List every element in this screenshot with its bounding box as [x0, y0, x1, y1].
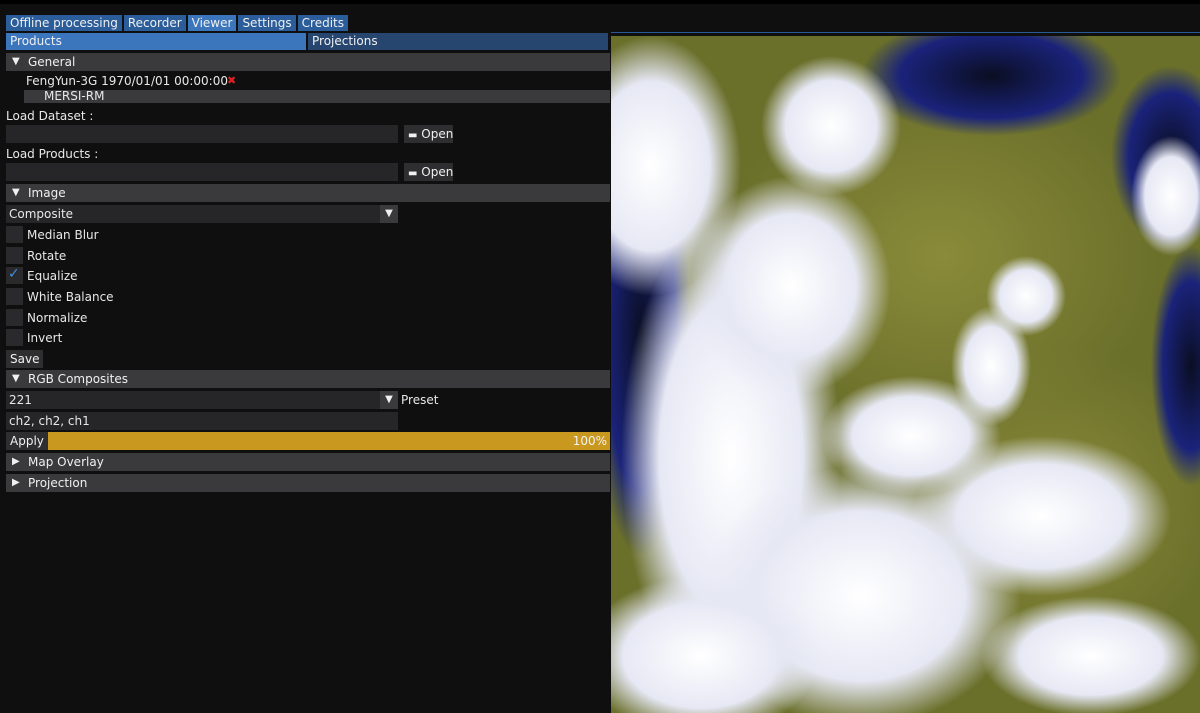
map-overlay-header-label: Map Overlay	[28, 455, 104, 469]
projection-header[interactable]: ▶ Projection	[6, 474, 610, 492]
checkmark-icon: ✓	[8, 266, 20, 282]
image-header-label: Image	[28, 186, 66, 200]
load-dataset-input[interactable]	[6, 125, 398, 143]
white-balance-label: White Balance	[27, 290, 114, 304]
progress-bar: 100%	[48, 432, 610, 450]
white-balance-checkbox[interactable]	[6, 288, 23, 305]
map-overlay-header[interactable]: ▶ Map Overlay	[6, 453, 610, 471]
apply-button[interactable]: Apply	[6, 432, 48, 450]
tab-recorder[interactable]: Recorder	[123, 15, 186, 32]
load-dataset-label: Load Dataset :	[6, 109, 94, 123]
progress-text: 100%	[572, 434, 607, 448]
chevron-down-icon: ▼	[12, 56, 20, 67]
rgb-expression-input[interactable]: ch2, ch2, ch1	[6, 412, 398, 430]
instrument-name: MERSI-RM	[44, 89, 105, 103]
median-blur-checkbox[interactable]	[6, 226, 23, 243]
save-button[interactable]: Save	[6, 350, 44, 368]
instrument-row[interactable]	[24, 90, 610, 103]
invert-label: Invert	[27, 331, 63, 345]
satellite-image-viewer[interactable]	[611, 36, 1200, 713]
chevron-right-icon: ▶	[12, 477, 20, 488]
folder-icon: ▬	[408, 130, 418, 141]
rotate-label: Rotate	[27, 249, 67, 263]
chevron-down-icon: ▼	[12, 373, 20, 384]
tab-settings[interactable]: Settings	[238, 15, 296, 32]
equalize-label: Equalize	[27, 269, 78, 283]
dropdown-arrow-icon[interactable]: ▼	[380, 391, 398, 409]
tab-products[interactable]: Products	[6, 33, 306, 50]
projection-header-label: Projection	[28, 476, 88, 490]
tab-projections[interactable]: Projections	[308, 33, 608, 50]
progress-fill	[48, 432, 610, 450]
normalize-label: Normalize	[27, 311, 88, 325]
dropdown-arrow-icon[interactable]: ▼	[380, 205, 398, 223]
rgb-composites-header[interactable]: ▼ RGB Composites	[6, 370, 610, 388]
open-dataset-label: Open	[421, 127, 454, 141]
load-products-input[interactable]	[6, 163, 398, 181]
delete-product-icon[interactable]: ✖	[227, 74, 236, 87]
rgb-composites-header-label: RGB Composites	[28, 372, 128, 386]
preset-label: Preset	[401, 393, 439, 407]
image-mode-select[interactable]: Composite	[6, 205, 380, 223]
tab-viewer[interactable]: Viewer	[187, 15, 237, 32]
products-panel: Products Projections ▼ General FengYun-3…	[0, 31, 611, 713]
invert-checkbox[interactable]	[6, 329, 23, 346]
product-name[interactable]: FengYun-3G 1970/01/01 00:00:00	[26, 74, 228, 88]
load-products-label: Load Products :	[6, 147, 99, 161]
median-blur-label: Median Blur	[27, 228, 99, 242]
folder-icon: ▬	[408, 168, 418, 179]
rotate-checkbox[interactable]	[6, 247, 23, 264]
open-dataset-button[interactable]: ▬ Open	[404, 125, 453, 143]
tab-offline-processing[interactable]: Offline processing	[6, 15, 122, 32]
tab-credits[interactable]: Credits	[297, 15, 348, 32]
equalize-checkbox[interactable]: ✓	[6, 266, 23, 284]
image-header[interactable]: ▼ Image	[6, 184, 610, 202]
chevron-down-icon: ▼	[12, 187, 20, 198]
satellite-image	[611, 36, 1200, 713]
open-products-label: Open	[421, 165, 454, 179]
general-header[interactable]: ▼ General	[6, 53, 610, 71]
main-tab-bar: Offline processing Recorder Viewer Setti…	[0, 0, 1200, 33]
normalize-checkbox[interactable]	[6, 309, 23, 326]
open-products-button[interactable]: ▬ Open	[404, 163, 453, 181]
chevron-right-icon: ▶	[12, 456, 20, 467]
preset-select[interactable]: 221	[6, 391, 380, 409]
general-header-label: General	[28, 55, 76, 69]
